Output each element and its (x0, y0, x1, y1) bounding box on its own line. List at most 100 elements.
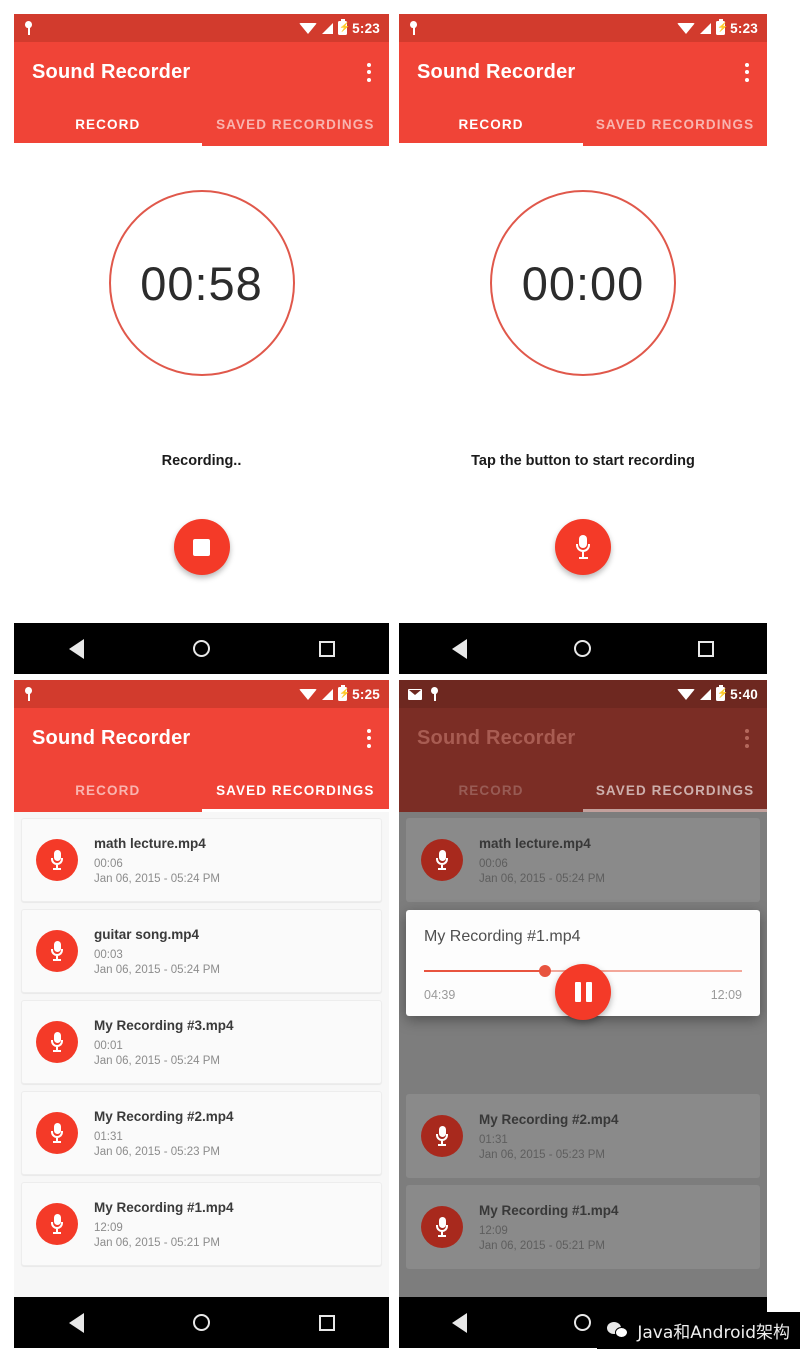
status-bar: 5:23 (14, 14, 389, 42)
battery-icon (716, 684, 728, 701)
wifi-icon (677, 688, 696, 700)
recording-name: math lecture.mp4 (94, 835, 206, 851)
recording-list-item[interactable]: My Recording #2.mp4 01:31 Jan 06, 2015 - 0… (21, 1091, 382, 1175)
app-title: Sound Recorder (32, 60, 191, 83)
tab-saved-recordings[interactable]: SAVED RECORDINGS (583, 102, 767, 146)
battery-icon (338, 684, 350, 701)
seek-thumb[interactable] (538, 965, 551, 977)
pause-button[interactable] (555, 964, 611, 1020)
recording-list-item[interactable]: My Recording #1.mp4 12:09 Jan 06, 2015 - 0… (21, 1182, 382, 1266)
overflow-menu-icon[interactable] (367, 62, 371, 82)
record-hint-text: Tap the button to start recording (471, 453, 695, 469)
microphone-icon (51, 940, 63, 962)
back-icon[interactable] (68, 1312, 84, 1333)
home-icon[interactable] (573, 1314, 591, 1331)
recents-icon[interactable] (318, 1314, 335, 1331)
total-time: 12:09 (710, 988, 742, 1002)
recording-name: My Recording #2.mp4 (94, 1108, 234, 1124)
recording-date: Jan 06, 2015 - 05:24 PM (94, 872, 220, 885)
playback-dialog-container: My Recording #1.mp4 04:39 12:09 (406, 910, 760, 1020)
android-nav-bar (14, 623, 389, 674)
pause-icon (574, 982, 581, 1002)
recording-name: guitar song.mp4 (94, 926, 200, 942)
status-bar-left-icons (408, 21, 419, 35)
status-bar-clock: 5:23 (352, 20, 380, 36)
recording-list-item[interactable]: guitar song.mp4 00:03 Jan 06, 2015 - 05:24… (21, 909, 382, 993)
signal-icon (322, 22, 334, 34)
recording-list-item[interactable]: My Recording #3.mp4 00:01 Jan 06, 2015 - 0… (21, 1000, 382, 1084)
wifi-icon (299, 688, 318, 700)
battery-icon (338, 18, 350, 35)
tab-saved-recordings[interactable]: SAVED RECORDINGS (202, 768, 390, 812)
microphone-icon (436, 1216, 448, 1238)
tab-record[interactable]: RECORD (399, 768, 583, 812)
tab-record[interactable]: RECORD (14, 102, 202, 146)
status-bar-left-icons (23, 687, 34, 701)
home-icon[interactable] (573, 640, 591, 657)
app-bar: Sound Recorder RECORD SAVED RECORDINGS (399, 708, 767, 812)
recording-list-item[interactable]: math lecture.mp4 00:06 Jan 06, 2015 - 05:2… (21, 818, 382, 902)
recording-list-item[interactable]: math lecture.mp4 00:06 Jan 06, 2015 - 05:2… (406, 818, 760, 902)
recording-mic-icon (36, 1112, 78, 1154)
recording-name: My Recording #1.mp4 (94, 1199, 234, 1215)
recording-mic-icon (421, 839, 463, 881)
recording-list-item[interactable]: My Recording #2.mp4 01:31 Jan 06, 2015 - 0… (406, 1094, 760, 1178)
recording-duration: 00:06 (479, 857, 508, 870)
pause-icon-bar-2 (585, 982, 592, 1002)
stop-recording-button[interactable] (173, 519, 230, 575)
recording-name: My Recording #2.mp4 (479, 1111, 619, 1127)
recording-duration: 00:01 (94, 1039, 123, 1052)
tab-bar: RECORD SAVED RECORDINGS (399, 768, 767, 812)
record-screen-body: 00:58 Recording.. (14, 146, 389, 623)
status-bar-right-icons: 5:40 (677, 684, 758, 702)
recents-icon[interactable] (318, 640, 335, 657)
stop-icon (193, 538, 210, 556)
recording-name: My Recording #1.mp4 (479, 1202, 619, 1218)
back-icon[interactable] (68, 638, 84, 659)
signal-icon (700, 22, 712, 34)
status-bar-clock: 5:23 (730, 20, 758, 36)
back-icon[interactable] (452, 1312, 468, 1333)
recording-mic-icon (36, 1203, 78, 1245)
email-icon (408, 688, 422, 700)
wechat-icon (607, 1321, 629, 1340)
start-recording-button[interactable] (555, 519, 611, 575)
recording-date: Jan 06, 2015 - 05:24 PM (479, 872, 605, 885)
recents-icon[interactable] (697, 640, 714, 657)
tab-saved-recordings[interactable]: SAVED RECORDINGS (583, 768, 767, 812)
tab-saved-recordings[interactable]: SAVED RECORDINGS (202, 102, 390, 146)
status-bar-clock: 5:25 (352, 686, 380, 702)
back-icon[interactable] (452, 638, 468, 659)
app-title: Sound Recorder (417, 726, 576, 749)
home-icon[interactable] (192, 1314, 210, 1331)
screenshot-collage: 5:23 Sound Recorder RECORD SAVED RECORDI… (0, 0, 800, 1367)
overflow-menu-icon[interactable] (745, 728, 749, 748)
home-icon[interactable] (192, 640, 210, 657)
record-hint-text: Recording.. (161, 453, 242, 469)
timer-circle: 00:00 (490, 190, 676, 376)
tab-record[interactable]: RECORD (399, 102, 583, 146)
playback-title: My Recording #1.mp4 (424, 928, 581, 945)
microphone-icon (436, 1125, 448, 1147)
recording-duration: 01:31 (94, 1130, 123, 1143)
microphone-icon (436, 849, 448, 871)
signal-icon (322, 688, 334, 700)
recording-list-item[interactable]: My Recording #1.mp4 12:09 Jan 06, 2015 - 0… (406, 1185, 760, 1269)
app-title: Sound Recorder (417, 60, 576, 83)
recording-date: Jan 06, 2015 - 05:24 PM (94, 963, 220, 976)
status-bar-right-icons: 5:25 (299, 684, 380, 702)
recording-date: Jan 06, 2015 - 05:24 PM (94, 1054, 220, 1067)
recordings-list[interactable]: math lecture.mp4 00:06 Jan 06, 2015 - 05:2… (14, 812, 389, 1297)
overflow-menu-icon[interactable] (367, 728, 371, 748)
timer-circle: 00:58 (108, 190, 295, 376)
usb-debug-icon (23, 687, 34, 701)
status-bar: 5:23 (399, 14, 767, 42)
recording-duration: 12:09 (479, 1224, 508, 1237)
microphone-icon (51, 1031, 63, 1053)
phone-panel-recording: 5:23 Sound Recorder RECORD SAVED RECORDI… (14, 14, 389, 674)
tab-record[interactable]: RECORD (14, 768, 202, 812)
app-bar: Sound Recorder RECORD SAVED RECORDINGS (14, 708, 389, 812)
wifi-icon (299, 22, 318, 34)
microphone-icon (51, 1122, 63, 1144)
overflow-menu-icon[interactable] (745, 62, 749, 82)
